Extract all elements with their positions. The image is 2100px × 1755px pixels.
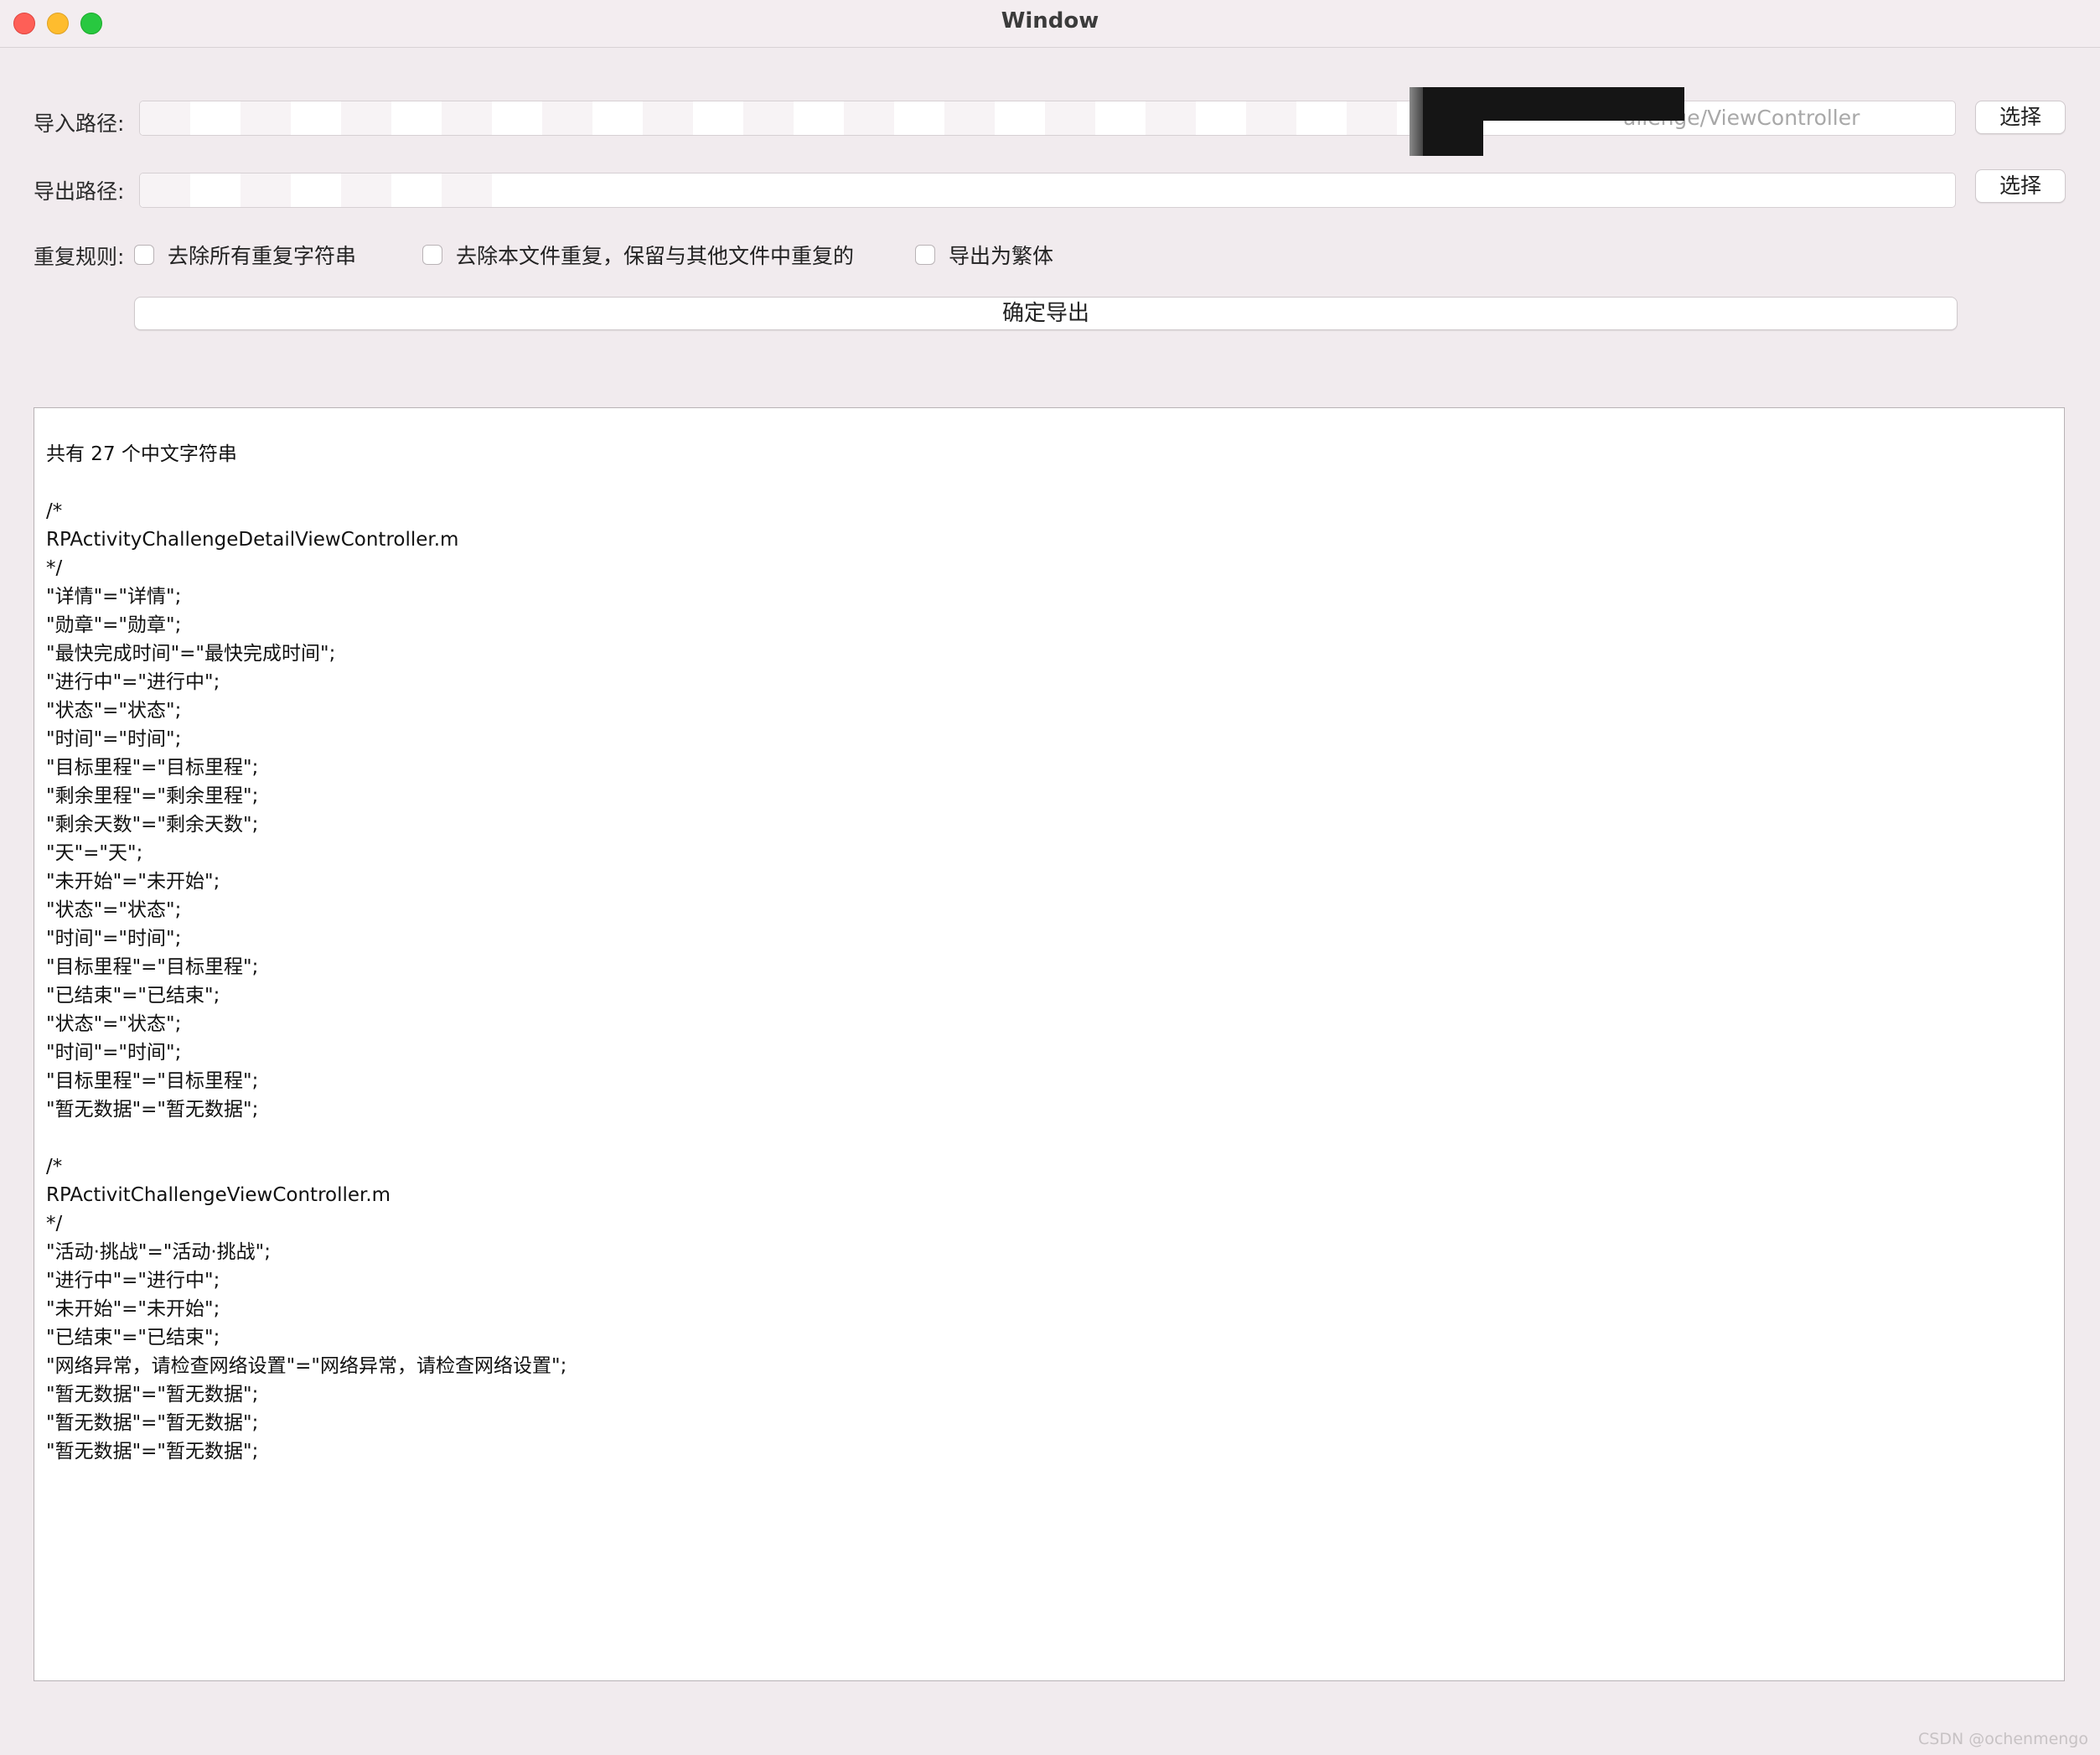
output-line: "剩余天数"="剩余天数"; [46,814,259,836]
export-path-field[interactable] [139,173,1956,208]
redaction-block [1483,87,1684,121]
output-line: "时间"="时间"; [46,1042,182,1064]
window-title: Window [1001,8,1099,34]
confirm-export-button[interactable]: 确定导出 [134,297,1958,330]
export-path-label: 导出路径: [34,179,125,204]
app-window: Window 导入路径: allenge/ViewController 选择 导… [0,0,2100,1755]
checkbox[interactable] [915,245,935,265]
rule-option-remove-all[interactable]: 去除所有重复字符串 [134,240,365,270]
output-line: "已结束"="已结束"; [46,985,220,1007]
output-line: */ [46,557,63,579]
output-line: "详情"="详情"; [46,586,182,608]
output-line: "进行中"="进行中"; [46,1270,220,1292]
output-line: "状态"="状态"; [46,899,182,921]
rule-option-remove-file-duplicates[interactable]: 去除本文件重复，保留与其他文件中重复的 [422,240,872,270]
output-line: "活动·挑战"="活动·挑战"; [46,1241,271,1263]
output-line: "剩余里程"="剩余里程"; [46,785,259,807]
output-line: "未开始"="未开始"; [46,1298,220,1320]
output-text-area[interactable]: 共有 27 个中文字符串 /* RPActivityChallengeDetailV… [34,407,2065,1681]
output-line: 共有 27 个中文字符串 [46,443,237,465]
output-line: "状态"="状态"; [46,1013,182,1035]
output-line: "勋章"="勋章"; [46,614,182,636]
export-choose-button[interactable]: 选择 [1975,169,2066,203]
output-line: "未开始"="未开始"; [46,871,220,893]
output-line: RPActivitChallengeViewController.m [46,1184,391,1206]
output-line: "目标里程"="目标里程"; [46,1070,259,1092]
watermark: CSDN @ochenmengo [1918,1730,2088,1748]
output-line: "暂无数据"="暂无数据"; [46,1441,259,1462]
output-lines: 共有 27 个中文字符串 /* RPActivityChallengeDetailV… [46,440,566,1466]
redaction-edge [1409,87,1423,156]
rule-option-traditional-chinese[interactable]: 导出为繁体 [915,240,1053,270]
output-line: RPActivityChallengeDetailViewController.… [46,529,459,551]
checkbox-label: 去除本文件重复，保留与其他文件中重复的 [456,244,855,268]
checkbox-label: 导出为繁体 [949,244,1054,268]
output-line: "暂无数据"="暂无数据"; [46,1384,259,1406]
output-line: "目标里程"="目标里程"; [46,757,259,779]
output-line: /* [46,1156,63,1178]
blurred-path-region [140,173,527,207]
import-path-label: 导入路径: [34,111,125,136]
output-line: "暂无数据"="暂无数据"; [46,1099,259,1121]
duplicate-rules-label: 重复规则: [34,245,125,269]
checkbox[interactable] [422,245,442,265]
output-line: "状态"="状态"; [46,700,182,722]
output-line: "目标里程"="目标里程"; [46,956,259,978]
output-line: "时间"="时间"; [46,928,182,950]
output-line: "最快完成时间"="最快完成时间"; [46,643,336,665]
blurred-path-region [140,101,1414,135]
output-line: "天"="天"; [46,842,143,864]
output-line: /* [46,500,63,522]
checkbox-label: 去除所有重复字符串 [168,244,357,268]
redaction-block [1423,87,1483,156]
title-bar: Window [0,0,2100,48]
output-line: */ [46,1213,63,1235]
output-line: "时间"="时间"; [46,728,182,750]
checkbox[interactable] [134,245,154,265]
output-line: "进行中"="进行中"; [46,671,220,693]
import-choose-button[interactable]: 选择 [1975,101,2066,134]
output-line: "网络异常，请检查网络设置"="网络异常，请检查网络设置"; [46,1355,567,1377]
output-line: "已结束"="已结束"; [46,1327,220,1349]
output-line: "暂无数据"="暂无数据"; [46,1412,259,1434]
